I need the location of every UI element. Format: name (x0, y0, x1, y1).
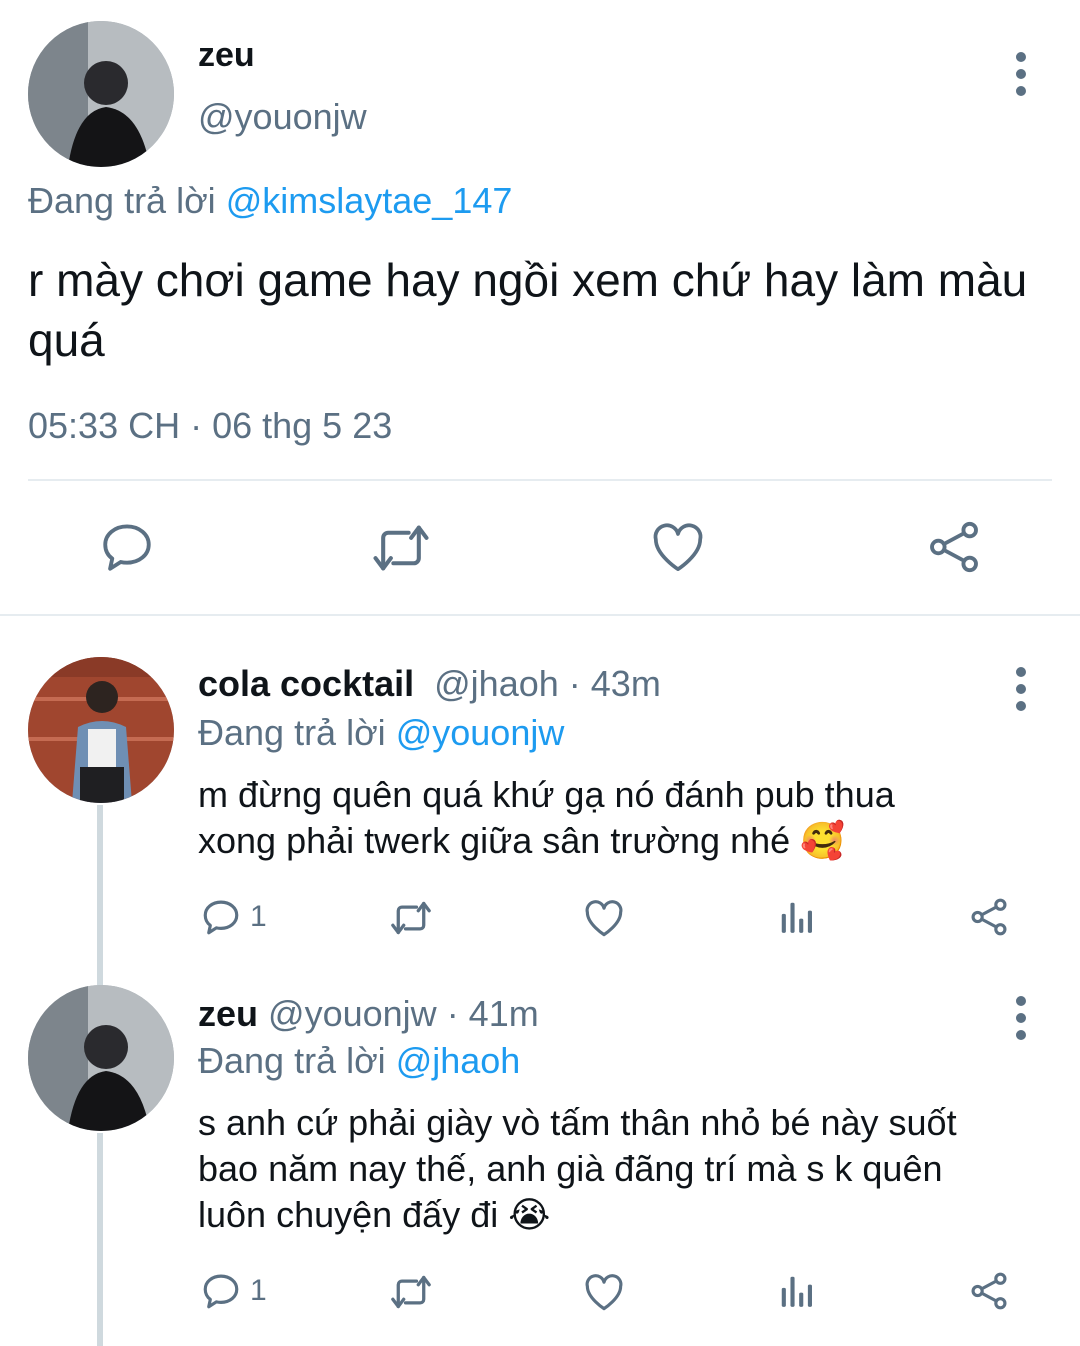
reply-avatar[interactable] (28, 657, 174, 803)
reply-button[interactable]: 1 (200, 896, 267, 938)
reply-avatar[interactable] (28, 985, 174, 1131)
reply-header: zeu @youonjw · 41m (198, 993, 539, 1035)
thread-line (97, 805, 103, 985)
like-button[interactable] (583, 898, 625, 938)
like-button[interactable] (583, 1272, 625, 1312)
tweet-timestamp[interactable]: 05:33 CH · 06 thg 5 23 (28, 405, 392, 447)
reply-replying-to: Đang trả lời @jhaoh (198, 1040, 520, 1082)
share-icon (930, 521, 978, 573)
replying-handle-link[interactable]: @jhaoh (396, 1040, 521, 1081)
tweet-text: r mày chơi game hay ngồi xem chứ hay làm… (28, 254, 1028, 366)
author-name[interactable]: zeu (198, 36, 255, 75)
analytics-icon (781, 1276, 812, 1307)
reply-author-name[interactable]: cola cocktail (198, 663, 414, 704)
replying-label: Đang trả lời (28, 180, 216, 221)
reply-text-line: s anh cứ phải giày vò tấm thân nhỏ bé nà… (198, 1102, 957, 1143)
replying-handle-link[interactable]: @kimslaytae_147 (226, 180, 513, 221)
retweet-icon (373, 525, 429, 571)
replying-label: Đang trả lời (198, 1040, 386, 1081)
thread-line (97, 1133, 103, 1346)
reply-author-handle[interactable]: @jhaoh (434, 663, 559, 704)
retweet-button[interactable] (388, 1272, 434, 1312)
retweet-button[interactable] (388, 898, 434, 938)
share-button[interactable] (968, 896, 1010, 938)
share-icon (971, 1272, 1007, 1310)
reply-icon (203, 1274, 239, 1309)
crying-face-emoji: 😭 (508, 1194, 551, 1235)
reply-more-options-icon[interactable] (1015, 996, 1027, 1040)
replying-label: Đang trả lời (198, 712, 386, 753)
reply-icon (203, 900, 239, 935)
reply-time[interactable]: · 41m (447, 993, 539, 1034)
retweet-button[interactable] (370, 520, 432, 576)
reply-text-line: m đừng quên quá khứ gạ nó đánh pub thua (198, 774, 895, 815)
reply-replying-to: Đang trả lời @youonjw (198, 712, 564, 754)
reply-button[interactable]: 1 (200, 1270, 267, 1312)
author-avatar[interactable] (28, 21, 174, 167)
reply-icon (103, 524, 151, 571)
analytics-button[interactable] (777, 898, 815, 936)
smiling-hearts-emoji: 🥰 (800, 820, 845, 861)
reply-text: s anh cứ phải giày vò tấm thân nhỏ bé nà… (198, 1100, 957, 1238)
like-button[interactable] (650, 520, 706, 574)
reply-text-line: bao năm nay thế, anh già đãng trí mà s k… (198, 1148, 943, 1189)
share-button[interactable] (968, 1270, 1010, 1312)
share-button[interactable] (925, 518, 983, 576)
like-icon (585, 1274, 623, 1311)
like-icon (585, 900, 623, 937)
reply-author-name[interactable]: zeu (198, 993, 258, 1034)
analytics-icon (781, 902, 812, 933)
reply-text: m đừng quên quá khứ gạ nó đánh pub thua … (198, 772, 895, 864)
retweet-icon (391, 901, 431, 935)
analytics-button[interactable] (777, 1272, 815, 1310)
replying-handle-link[interactable]: @youonjw (396, 712, 565, 753)
reply-count: 1 (250, 900, 267, 933)
reply-count: 1 (250, 1274, 267, 1307)
author-handle[interactable]: @youonjw (198, 96, 367, 138)
section-divider (0, 614, 1080, 616)
reply-more-options-icon[interactable] (1015, 667, 1027, 711)
divider (28, 479, 1052, 481)
reply-text-line: xong phải twerk giữa sân trường nhé 🥰 (198, 820, 845, 861)
reply-author-handle[interactable]: @youonjw (268, 993, 437, 1034)
replying-to: Đang trả lời @kimslaytae_147 (28, 180, 512, 222)
retweet-icon (391, 1275, 431, 1309)
reply-button[interactable] (98, 518, 156, 576)
share-icon (971, 898, 1007, 936)
more-options-icon[interactable] (1015, 52, 1027, 96)
like-icon (653, 523, 703, 572)
reply-time[interactable]: · 43m (569, 663, 661, 704)
reply-text-line: luôn chuyện đấy đi 😭 (198, 1194, 551, 1235)
reply-header: cola cocktail @jhaoh · 43m (198, 663, 661, 705)
